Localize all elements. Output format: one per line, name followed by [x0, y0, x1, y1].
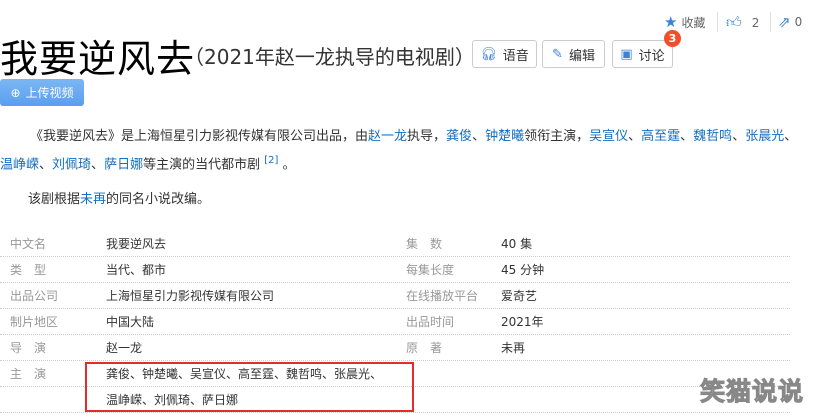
info-value: 赵一龙 — [106, 341, 143, 355]
pencil-icon: ✎ — [552, 46, 563, 62]
voice-button[interactable]: 🎧︎ 语音 — [472, 40, 537, 68]
discuss-badge: 3 — [664, 30, 681, 47]
collect-button[interactable]: ★ 收藏 — [664, 13, 705, 31]
info-label: 每集长度 — [406, 263, 455, 277]
like-count: 2 — [751, 15, 760, 30]
share-icon: ⇗ — [778, 13, 791, 31]
info-value: 当代、都市 — [106, 263, 167, 277]
info-row: 出品公司 上海恒星引力影视传媒有限公司 在线播放平台 爱奇艺 — [0, 283, 790, 309]
person-link[interactable]: 钟楚曦 — [485, 129, 524, 144]
info-label: 中文名 — [10, 237, 47, 251]
text: 的同名小说改编。 — [106, 192, 211, 207]
edit-label: 编辑 — [568, 48, 595, 64]
discuss-button[interactable]: ▣ 讨论 — [612, 40, 673, 68]
info-value: 中国大陆 — [106, 315, 155, 329]
plus-circle-icon: ⊕ — [10, 85, 21, 100]
person-link[interactable]: 刘佩琦 — [52, 157, 91, 172]
chat-icon: ▣ — [620, 46, 633, 62]
info-label: 集 数 — [406, 237, 443, 251]
info-label: 制片地区 — [10, 315, 59, 329]
text: 该剧根据 — [28, 192, 81, 207]
info-row: 制片地区 中国大陆 出品时间 2021年 — [0, 309, 790, 335]
star-icon: ★ — [664, 13, 678, 31]
info-value: 45 分钟 — [501, 263, 545, 277]
info-row: 中文名 我要逆风去 集 数 40 集 — [0, 231, 790, 257]
info-label: 出品公司 — [10, 289, 59, 303]
text: 《我要逆风去》是上海恒星引力影视传媒有限公司出品，由 — [30, 129, 369, 144]
person-link[interactable]: 龚俊 — [446, 129, 472, 144]
person-link[interactable]: 高至霆 — [641, 129, 680, 144]
info-label: 类 型 — [10, 263, 47, 277]
info-label: 主 演 — [10, 367, 47, 381]
info-value: 未再 — [501, 341, 526, 355]
text: 。 — [278, 157, 296, 173]
page-title: 我要逆风去 — [0, 37, 196, 81]
info-label: 原 著 — [406, 341, 443, 355]
voice-label: 语音 — [502, 48, 529, 64]
person-link[interactable]: 张晨光 — [745, 129, 784, 144]
person-link[interactable]: 赵一龙 — [368, 129, 407, 144]
reference-link[interactable]: [2] — [264, 155, 278, 166]
person-link[interactable]: 萨日娜 — [104, 157, 143, 172]
upload-video-label: 上传视频 — [25, 86, 74, 100]
summary-paragraph: 《我要逆风去》是上海恒星引力影视传媒有限公司出品，由赵一龙执导，龚俊、钟楚曦领衔… — [0, 125, 800, 177]
info-value: 2021年 — [501, 315, 544, 329]
person-link[interactable]: 魏哲鸣 — [693, 129, 732, 144]
share-count: 0 — [794, 15, 803, 29]
text: 、 — [472, 129, 486, 144]
text: 等主演的当代都市剧 — [143, 157, 265, 173]
share-button[interactable]: ⇗ 0 — [778, 13, 802, 31]
info-row: 类 型 当代、都市 每集长度 45 分钟 — [0, 257, 790, 283]
text: 、 — [732, 129, 746, 144]
info-value: 40 集 — [501, 237, 533, 251]
text: 、 — [680, 129, 694, 144]
info-value: 爱奇艺 — [501, 289, 538, 303]
adaptation-paragraph: 该剧根据未再的同名小说改编。 — [0, 188, 800, 212]
info-label: 在线播放平台 — [406, 289, 479, 303]
info-label: 导 演 — [10, 341, 47, 355]
text: 、 — [784, 129, 798, 144]
headphones-icon: 🎧︎ — [480, 46, 497, 62]
info-value: 我要逆风去 — [106, 237, 167, 251]
highlight-box — [85, 362, 414, 412]
person-link[interactable]: 温峥嵘 — [0, 157, 39, 172]
info-label: 出品时间 — [406, 315, 455, 329]
text: 、 — [91, 157, 105, 173]
watermark: 笑猫说说 — [699, 377, 805, 407]
text: 执导， — [407, 129, 447, 144]
collect-label: 收藏 — [681, 15, 706, 30]
person-link[interactable]: 吴宣仪 — [589, 129, 628, 144]
upload-video-button[interactable]: ⊕ 上传视频 — [0, 79, 84, 106]
divider — [770, 12, 771, 32]
discuss-label: 讨论 — [638, 48, 665, 64]
author-link[interactable]: 未再 — [80, 192, 106, 207]
text: 、 — [628, 129, 642, 144]
like-button[interactable]: 👍︎ 2 — [726, 13, 759, 32]
thumbs-up-icon: 👍︎ — [726, 13, 742, 31]
text: 领衔主演， — [524, 129, 590, 144]
text: 、 — [39, 157, 53, 173]
edit-button[interactable]: ✎ 编辑 — [542, 40, 605, 68]
info-value: 上海恒星引力影视传媒有限公司 — [106, 289, 275, 303]
page-subtitle: （2021年赵一龙执导的电视剧） — [184, 45, 475, 69]
info-row: 导 演 赵一龙 原 著 未再 — [0, 335, 790, 361]
divider — [717, 12, 718, 32]
